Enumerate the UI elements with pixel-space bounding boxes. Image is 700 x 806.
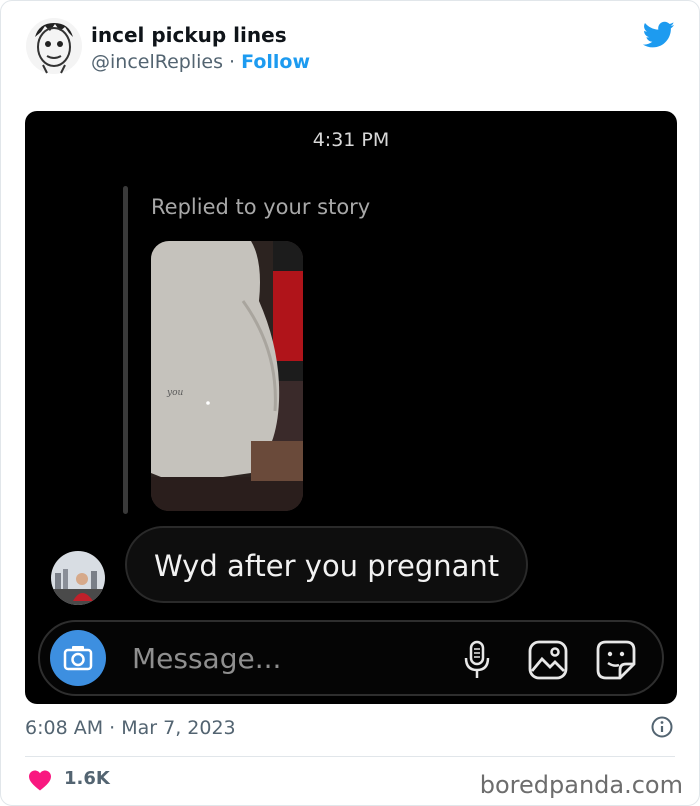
camera-button[interactable] [50,630,106,686]
camera-icon [63,646,93,671]
embedded-screenshot[interactable]: 4:31 PM Replied to your story you Wyd af… [25,111,677,704]
divider [25,756,675,757]
watermark: boredpanda.com [479,771,683,799]
message-input[interactable]: Message... [132,642,281,675]
image-icon[interactable] [527,639,569,681]
profile-avatar[interactable] [25,17,83,75]
sender-avatar[interactable] [51,551,105,605]
sticker-icon[interactable] [594,638,638,682]
story-scribble: you [167,388,184,398]
replied-label: Replied to your story [151,195,371,219]
message-time: 4:31 PM [312,129,390,151]
like-count[interactable]: 1.6K [64,768,110,789]
tweet-timestamp[interactable]: 6:08 AM · Mar 7, 2023 [25,717,236,739]
reply-line [123,186,128,514]
follow-button[interactable]: Follow [241,51,310,73]
message-bubble[interactable]: Wyd after you pregnant [125,526,529,603]
separator: · [229,51,236,73]
tweet-card: incel pickup lines @incelReplies · Follo… [0,0,700,806]
twitter-bird-icon[interactable] [643,21,675,49]
handle[interactable]: @incelReplies [91,51,223,73]
info-icon[interactable] [651,716,673,738]
display-name[interactable]: incel pickup lines [91,23,287,47]
heart-icon[interactable] [28,769,52,791]
story-thumbnail[interactable] [151,241,303,511]
handle-row: @incelReplies · Follow [91,51,310,73]
message-composer[interactable]: Message... [38,620,664,696]
microphone-icon[interactable] [464,640,490,680]
